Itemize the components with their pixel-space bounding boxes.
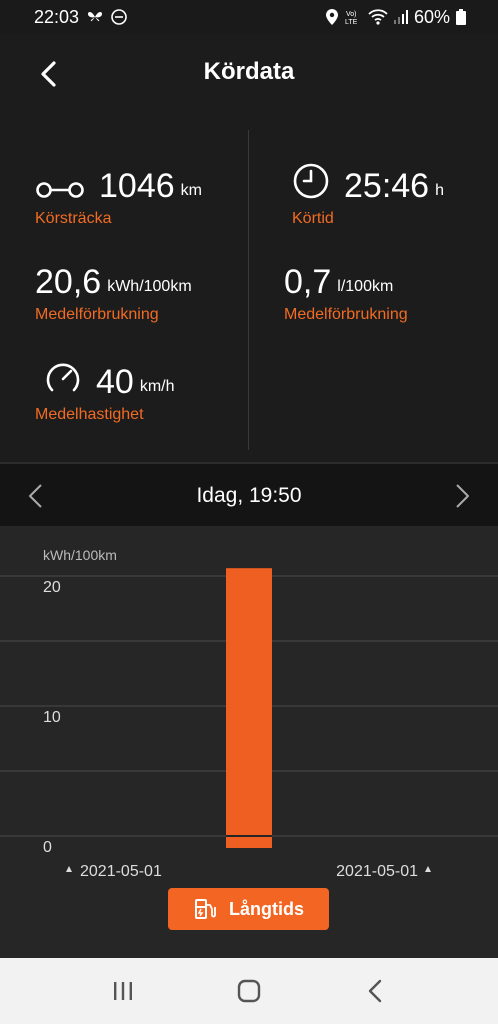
- back-icon: [368, 979, 382, 1003]
- x-start-marker-icon: [66, 866, 72, 872]
- home-icon: [237, 979, 261, 1003]
- stats-panel: 1046 km Körsträcka 25:46 h Körtid 20,6 k…: [0, 116, 498, 462]
- y-axis-label: kWh/100km: [43, 547, 117, 563]
- next-date-button[interactable]: [448, 480, 478, 512]
- speedometer-icon: [44, 360, 82, 396]
- app-header: Kördata: [0, 34, 498, 116]
- long-term-button[interactable]: Långtids: [168, 888, 329, 930]
- stat-electric-consumption: 20,6 kWh/100km Medelförbrukning: [35, 264, 192, 324]
- speed-label: Medelhastighet: [35, 406, 144, 423]
- recent-apps-icon: [114, 982, 132, 1000]
- route-icon: [35, 180, 85, 200]
- distance-label: Körsträcka: [35, 210, 112, 227]
- x-end-marker-icon: [425, 866, 431, 872]
- recent-apps-button[interactable]: [93, 966, 153, 1016]
- distance-value: 1046: [99, 167, 175, 205]
- fuel-consumption-value: 0,7: [284, 263, 332, 301]
- battery-percent: 60%: [413, 6, 450, 27]
- do-not-disturb-icon: [111, 9, 127, 25]
- svg-text:LTE: LTE: [345, 19, 358, 26]
- y-tick-label: 10: [43, 709, 61, 726]
- stat-drive-time: 25:46 h Körtid: [292, 162, 444, 228]
- page-title: Kördata: [203, 58, 295, 85]
- home-button[interactable]: [219, 966, 279, 1016]
- butterfly-icon: [87, 10, 103, 24]
- distance-unit: km: [180, 182, 202, 199]
- fuel-consumption-unit: l/100km: [337, 278, 394, 295]
- svg-text:Vo): Vo): [346, 11, 357, 18]
- battery-icon: [456, 9, 466, 25]
- chevron-right-icon: [456, 484, 469, 508]
- clock-icon: [292, 162, 330, 200]
- date-nav: Idag, 19:50: [0, 462, 498, 526]
- drive-time-unit: h: [435, 182, 444, 199]
- status-left: 22:03: [34, 7, 127, 28]
- speed-value: 40: [96, 363, 134, 401]
- chart-area: kWh/100km 0 10 20 2021-05-01 2021-05-01 Långt…: [0, 526, 498, 958]
- stat-fuel-consumption: 0,7 l/100km Medelförbrukning: [284, 264, 408, 324]
- status-right: Vo) LTE 60%: [325, 6, 466, 28]
- location-icon: [325, 9, 338, 25]
- status-bar: 22:03 Vo) LTE 60%: [0, 0, 498, 34]
- drive-time-value: 25:46: [344, 167, 430, 205]
- bar: [226, 568, 272, 848]
- date-label: Idag, 19:50: [196, 484, 302, 507]
- electric-consumption-unit: kWh/100km: [107, 278, 192, 295]
- y-tick-label: 20: [43, 579, 61, 596]
- stat-speed: 40 km/h Medelhastighet: [35, 360, 175, 424]
- x-start-label: 2021-05-01: [80, 863, 162, 880]
- wifi-icon: [368, 9, 388, 25]
- consumption-chart: kWh/100km 0 10 20 2021-05-01 2021-05-01: [0, 547, 498, 880]
- stat-distance: 1046 km Körsträcka: [35, 168, 202, 228]
- speed-unit: km/h: [139, 378, 175, 395]
- x-end-label: 2021-05-01: [336, 863, 418, 880]
- drive-time-label: Körtid: [292, 210, 334, 227]
- system-nav-bar: [0, 958, 498, 1024]
- status-time: 22:03: [34, 6, 80, 27]
- stats-divider: [248, 130, 249, 450]
- electric-consumption-value: 20,6: [35, 263, 102, 301]
- electric-consumption-label: Medelförbrukning: [35, 306, 159, 323]
- volte-icon: Vo) LTE: [344, 8, 362, 26]
- signal-icon: [393, 10, 408, 24]
- fuel-consumption-label: Medelförbrukning: [284, 306, 408, 323]
- long-term-label: Långtids: [229, 898, 304, 919]
- y-tick-label: 0: [43, 839, 52, 856]
- fuel-charge-icon: [195, 899, 216, 919]
- system-back-button[interactable]: [345, 966, 405, 1016]
